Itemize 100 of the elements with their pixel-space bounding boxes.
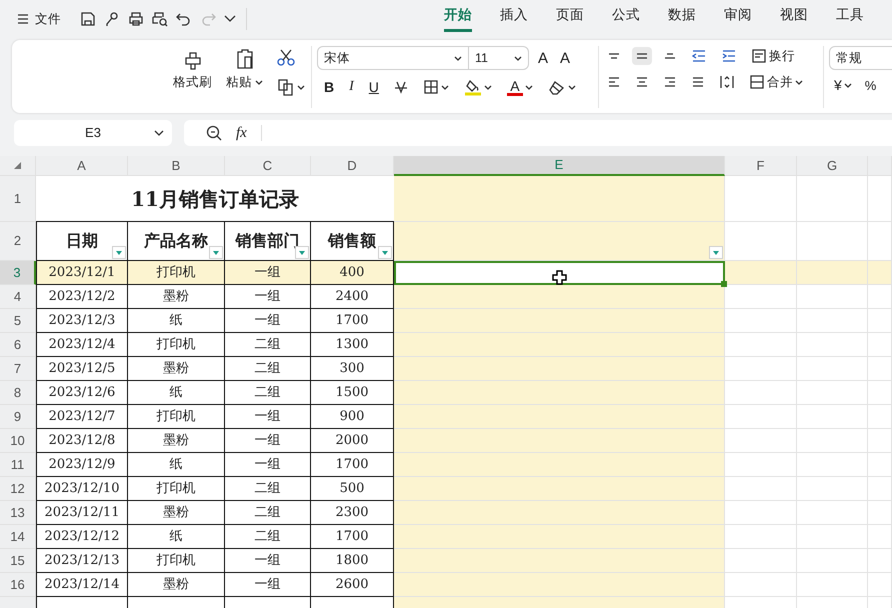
menu-icon [17, 14, 29, 24]
table-cell: 纸 [128, 525, 225, 549]
ribbon-tab[interactable]: 工具 [836, 1, 892, 37]
column-header-cell[interactable] [868, 156, 892, 176]
underline-button[interactable]: U [366, 78, 382, 96]
paste-button[interactable]: 粘贴 [223, 46, 266, 113]
caret-icon [484, 84, 492, 90]
ribbon-tab[interactable]: 视图 [780, 1, 836, 37]
currency-button[interactable]: ¥ [831, 76, 855, 94]
font-color-button[interactable]: A [504, 76, 536, 98]
align-center-icon [635, 76, 649, 88]
bold-button[interactable]: B [321, 78, 338, 96]
table-cell: 纸 [128, 309, 225, 333]
row-number[interactable]: 7 [0, 357, 36, 381]
wrap-text-button[interactable]: 换行 [748, 46, 798, 66]
column-letter[interactable]: G [797, 156, 868, 176]
table-cell: 纸 [128, 381, 225, 405]
undo-icon[interactable] [176, 11, 192, 27]
percent-button[interactable]: % [864, 76, 876, 94]
format-painter-button[interactable]: 格式刷 [170, 46, 215, 113]
table-cell: 2023/12/5 [36, 357, 128, 381]
caret-icon [568, 84, 576, 90]
column-letter[interactable]: F [725, 156, 797, 176]
align-left-icon [607, 76, 621, 88]
fill-handle[interactable] [721, 281, 727, 287]
caret-icon [255, 79, 263, 86]
caret-icon [524, 84, 533, 90]
table-cell: 一组 [225, 549, 311, 573]
ribbon-tab[interactable]: 开始 [444, 1, 500, 37]
table-cell: 1300 [311, 333, 394, 357]
decrease-font-button[interactable]: A [557, 48, 574, 68]
file-menu-button[interactable]: 文件 [14, 10, 64, 28]
column-letter[interactable]: A [36, 156, 128, 176]
increase-font-button[interactable]: A [535, 48, 552, 68]
selected-cell[interactable] [394, 261, 725, 285]
filter-button[interactable] [112, 246, 126, 259]
row-number[interactable]: 15 [0, 549, 36, 573]
column-letter[interactable]: E [394, 156, 725, 176]
distribute-icon [719, 74, 735, 90]
ribbon-tab[interactable]: 数据 [668, 1, 724, 37]
row-number[interactable]: 14 [0, 525, 36, 549]
strikethrough-icon [394, 80, 408, 94]
key-icon[interactable] [104, 11, 120, 27]
ribbon-tab[interactable]: 公式 [612, 1, 668, 37]
table-cell: 2023/12/14 [36, 573, 128, 597]
zoom-icon[interactable] [206, 125, 222, 141]
font-name-dropdown[interactable]: 宋体 [317, 46, 469, 70]
chevron-down-icon[interactable] [224, 15, 236, 23]
row-number[interactable]: 1 [0, 176, 36, 222]
save-icon[interactable] [80, 11, 96, 27]
select-all-icon[interactable] [14, 162, 21, 169]
function-label[interactable]: fx [236, 122, 247, 144]
row-number[interactable]: 5 [0, 309, 36, 333]
row-number[interactable]: 10 [0, 429, 36, 453]
row-number[interactable]: 8 [0, 381, 36, 405]
filter-button[interactable] [378, 246, 392, 259]
table-cell: 2023/12/4 [36, 333, 128, 357]
caret-icon [514, 55, 522, 61]
row-number[interactable]: 2 [0, 222, 36, 261]
ribbon-tab[interactable]: 审阅 [724, 1, 780, 37]
row-number[interactable]: 6 [0, 333, 36, 357]
row-number[interactable]: 16 [0, 573, 36, 597]
font-size-dropdown[interactable]: 11 [469, 46, 529, 70]
table-cell: 2023/12/13 [36, 549, 128, 573]
table-cell: 2300 [311, 501, 394, 525]
row-number[interactable]: 9 [0, 405, 36, 429]
table-cell: 2400 [311, 285, 394, 309]
redo-icon[interactable] [200, 11, 216, 27]
align-middle-button[interactable] [632, 47, 652, 65]
row-number[interactable]: 13 [0, 501, 36, 525]
name-box[interactable]: E3 [14, 120, 172, 146]
merge-cells-icon [749, 74, 765, 90]
column-letter[interactable]: D [311, 156, 394, 176]
decrease-indent-icon [691, 49, 707, 63]
ribbon-tab[interactable]: 页面 [556, 1, 612, 37]
align-bottom-icon [664, 53, 676, 59]
column-letter[interactable]: C [225, 156, 311, 176]
table-cell: 一组 [225, 405, 311, 429]
print-icon[interactable] [128, 11, 144, 27]
filter-button[interactable] [709, 246, 723, 259]
row-number[interactable]: 11 [0, 453, 36, 477]
table-cell: 1700 [311, 309, 394, 333]
row-number[interactable]: 3 [0, 261, 36, 285]
table-cell: 2023/12/3 [36, 309, 128, 333]
row-number[interactable]: 4 [0, 285, 36, 309]
align-middle-icon [636, 53, 648, 59]
ribbon-tab[interactable]: 插入 [500, 1, 556, 37]
table-cell: 打印机 [128, 405, 225, 429]
table-cell: 二组 [225, 381, 311, 405]
italic-button[interactable]: I [346, 78, 357, 96]
print-preview-icon[interactable] [152, 11, 168, 27]
row-number[interactable]: 12 [0, 477, 36, 501]
filter-button[interactable] [209, 246, 223, 259]
number-format-dropdown[interactable]: 常规 [829, 46, 892, 70]
table-cell: 2023/12/1 [36, 261, 128, 285]
table-cell: 2023/12/9 [36, 453, 128, 477]
formula-field[interactable]: fx [184, 120, 892, 146]
merge-cells-button[interactable]: 合并 [746, 72, 806, 92]
table-cell: 2000 [311, 429, 394, 453]
column-letter[interactable]: B [128, 156, 225, 176]
